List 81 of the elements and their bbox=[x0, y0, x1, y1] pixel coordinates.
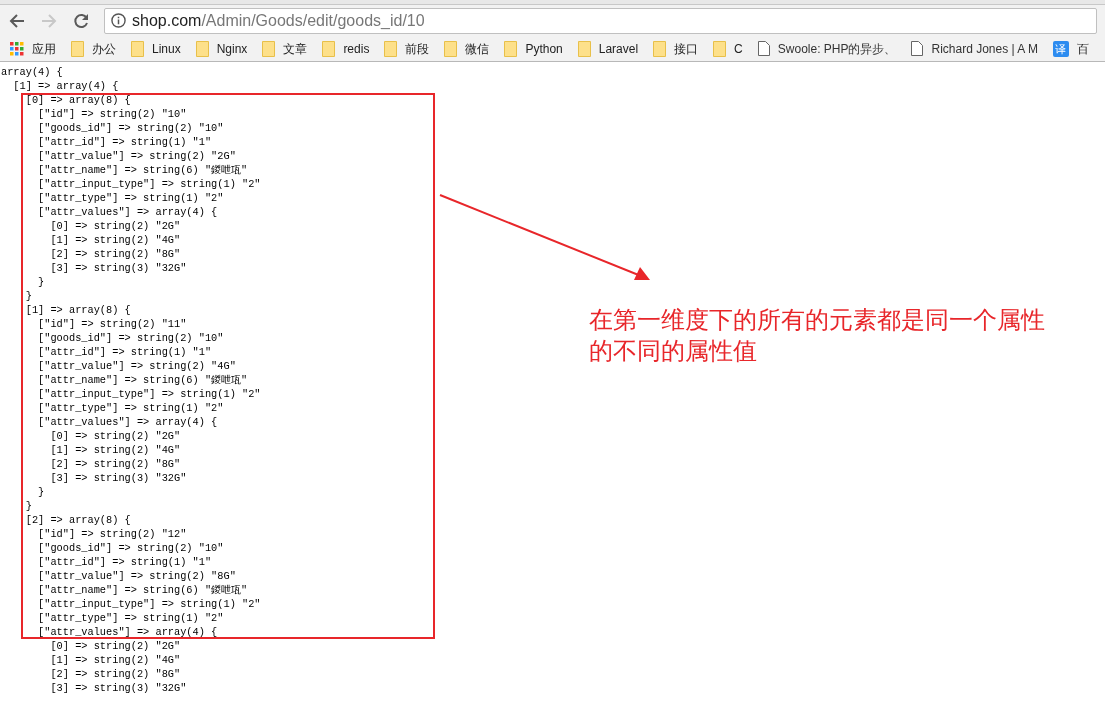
code-line: ["attr_name"] => string(6) "鍐呭瓨" bbox=[37, 163, 248, 177]
apps-icon bbox=[10, 41, 24, 56]
code-line: [1] => array(8) { bbox=[24, 303, 131, 317]
code-line: [3] => string(3) "32G" bbox=[49, 681, 187, 695]
code-line: ["attr_id"] => string(1) "1" bbox=[37, 555, 212, 569]
code-line: ["attr_value"] => string(2) "2G" bbox=[37, 149, 236, 163]
page-icon bbox=[911, 41, 924, 56]
code-line: [0] => array(8) { bbox=[24, 93, 131, 107]
code-line: ["attr_input_type"] => string(1) "2" bbox=[37, 177, 261, 191]
code-line: ["attr_values"] => array(4) { bbox=[37, 415, 218, 429]
folder-icon bbox=[384, 40, 398, 57]
code-line: ["attr_type"] => string(1) "2" bbox=[37, 401, 224, 415]
folder-icon bbox=[262, 40, 276, 57]
bookmark-item[interactable]: Laravel bbox=[577, 39, 639, 58]
code-line: ["goods_id"] => string(2) "10" bbox=[37, 331, 224, 345]
bookmark-item[interactable]: Python bbox=[504, 39, 563, 58]
url-text: shop.com/Admin/Goods/edit/goods_id/10 bbox=[132, 10, 425, 31]
bookmark-item[interactable]: Swoole: PHP的异步、 bbox=[757, 39, 897, 58]
code-line: ["attr_type"] => string(1) "2" bbox=[37, 191, 224, 205]
code-line: [1] => array(4) { bbox=[12, 79, 119, 93]
bookmark-item[interactable]: Richard Jones | A M bbox=[911, 39, 1038, 58]
folder-icon bbox=[504, 40, 518, 57]
code-line: ["attr_values"] => array(4) { bbox=[37, 205, 218, 219]
bookmark-item[interactable]: 译 百 bbox=[1053, 39, 1089, 58]
code-line: array(4) { bbox=[1, 65, 63, 79]
reload-icon[interactable] bbox=[72, 11, 90, 30]
code-line: ["id"] => string(2) "12" bbox=[37, 527, 187, 541]
folder-icon bbox=[444, 40, 458, 57]
bookmark-item[interactable]: redis bbox=[322, 39, 370, 58]
address-bar[interactable]: shop.com/Admin/Goods/edit/goods_id/10 bbox=[104, 7, 1097, 34]
folder-icon bbox=[713, 40, 727, 57]
code-line: [2] => array(8) { bbox=[24, 513, 131, 527]
folder-icon bbox=[577, 40, 591, 57]
code-line: [0] => string(2) "2G" bbox=[49, 219, 181, 233]
code-line: ["attr_input_type"] => string(1) "2" bbox=[37, 597, 261, 611]
code-line: [1] => string(2) "4G" bbox=[49, 233, 181, 247]
folder-icon bbox=[322, 40, 336, 57]
info-icon bbox=[111, 13, 126, 28]
code-line: ["id"] => string(2) "10" bbox=[37, 107, 187, 121]
back-icon[interactable] bbox=[8, 11, 26, 30]
code-line: ["attr_value"] => string(2) "4G" bbox=[37, 359, 236, 373]
page-icon bbox=[757, 41, 770, 56]
bookmark-item[interactable]: 文章 bbox=[262, 39, 308, 58]
code-line: ["goods_id"] => string(2) "10" bbox=[37, 541, 224, 555]
bookmark-item[interactable]: 前段 bbox=[384, 39, 430, 58]
code-line: [0] => string(2) "2G" bbox=[49, 639, 181, 653]
code-line: [3] => string(3) "32G" bbox=[49, 471, 187, 485]
bookmark-item[interactable]: 接口 bbox=[653, 39, 699, 58]
folder-icon bbox=[195, 40, 209, 57]
code-line: [1] => string(2) "4G" bbox=[49, 653, 181, 667]
code-line: ["attr_values"] => array(4) { bbox=[37, 625, 218, 639]
folder-icon bbox=[653, 40, 667, 57]
bookmark-item[interactable]: Nginx bbox=[195, 39, 248, 58]
code-line: } bbox=[37, 485, 45, 499]
annotation-text: 在第一维度下的所有的元素都是同一个属性的不同的属性值 bbox=[589, 305, 1046, 367]
bookmark-item[interactable]: 应用 bbox=[10, 39, 56, 58]
code-line: [3] => string(3) "32G" bbox=[49, 261, 187, 275]
code-line: ["attr_name"] => string(6) "鍐呭瓨" bbox=[37, 373, 248, 387]
code-line: [2] => string(2) "8G" bbox=[49, 247, 181, 261]
bookmark-item[interactable]: 办公 bbox=[71, 39, 116, 58]
code-line: ["attr_value"] => string(2) "8G" bbox=[37, 569, 236, 583]
code-line: ["id"] => string(2) "11" bbox=[37, 317, 187, 331]
code-line: [2] => string(2) "8G" bbox=[49, 457, 181, 471]
bookmark-item[interactable]: 微信 bbox=[444, 39, 490, 58]
code-line: ["attr_id"] => string(1) "1" bbox=[37, 345, 212, 359]
code-line: ["attr_type"] => string(1) "2" bbox=[37, 611, 224, 625]
code-line: ["goods_id"] => string(2) "10" bbox=[37, 121, 224, 135]
bookmark-item[interactable]: Linux bbox=[131, 39, 181, 58]
bookmark-item[interactable]: C bbox=[713, 39, 743, 58]
code-line: ["attr_name"] => string(6) "鍐呭瓨" bbox=[37, 583, 248, 597]
folder-icon bbox=[71, 40, 84, 57]
code-line: ["attr_id"] => string(1) "1" bbox=[37, 135, 212, 149]
code-line: } bbox=[24, 499, 32, 513]
code-line: [1] => string(2) "4G" bbox=[49, 443, 181, 457]
translate-icon: 译 bbox=[1053, 40, 1069, 57]
code-line: } bbox=[24, 289, 32, 303]
code-line: [2] => string(2) "8G" bbox=[49, 667, 181, 681]
code-line: [0] => string(2) "2G" bbox=[49, 429, 181, 443]
folder-icon bbox=[131, 40, 144, 57]
code-line: ["attr_input_type"] => string(1) "2" bbox=[37, 387, 261, 401]
code-line: } bbox=[37, 275, 45, 289]
